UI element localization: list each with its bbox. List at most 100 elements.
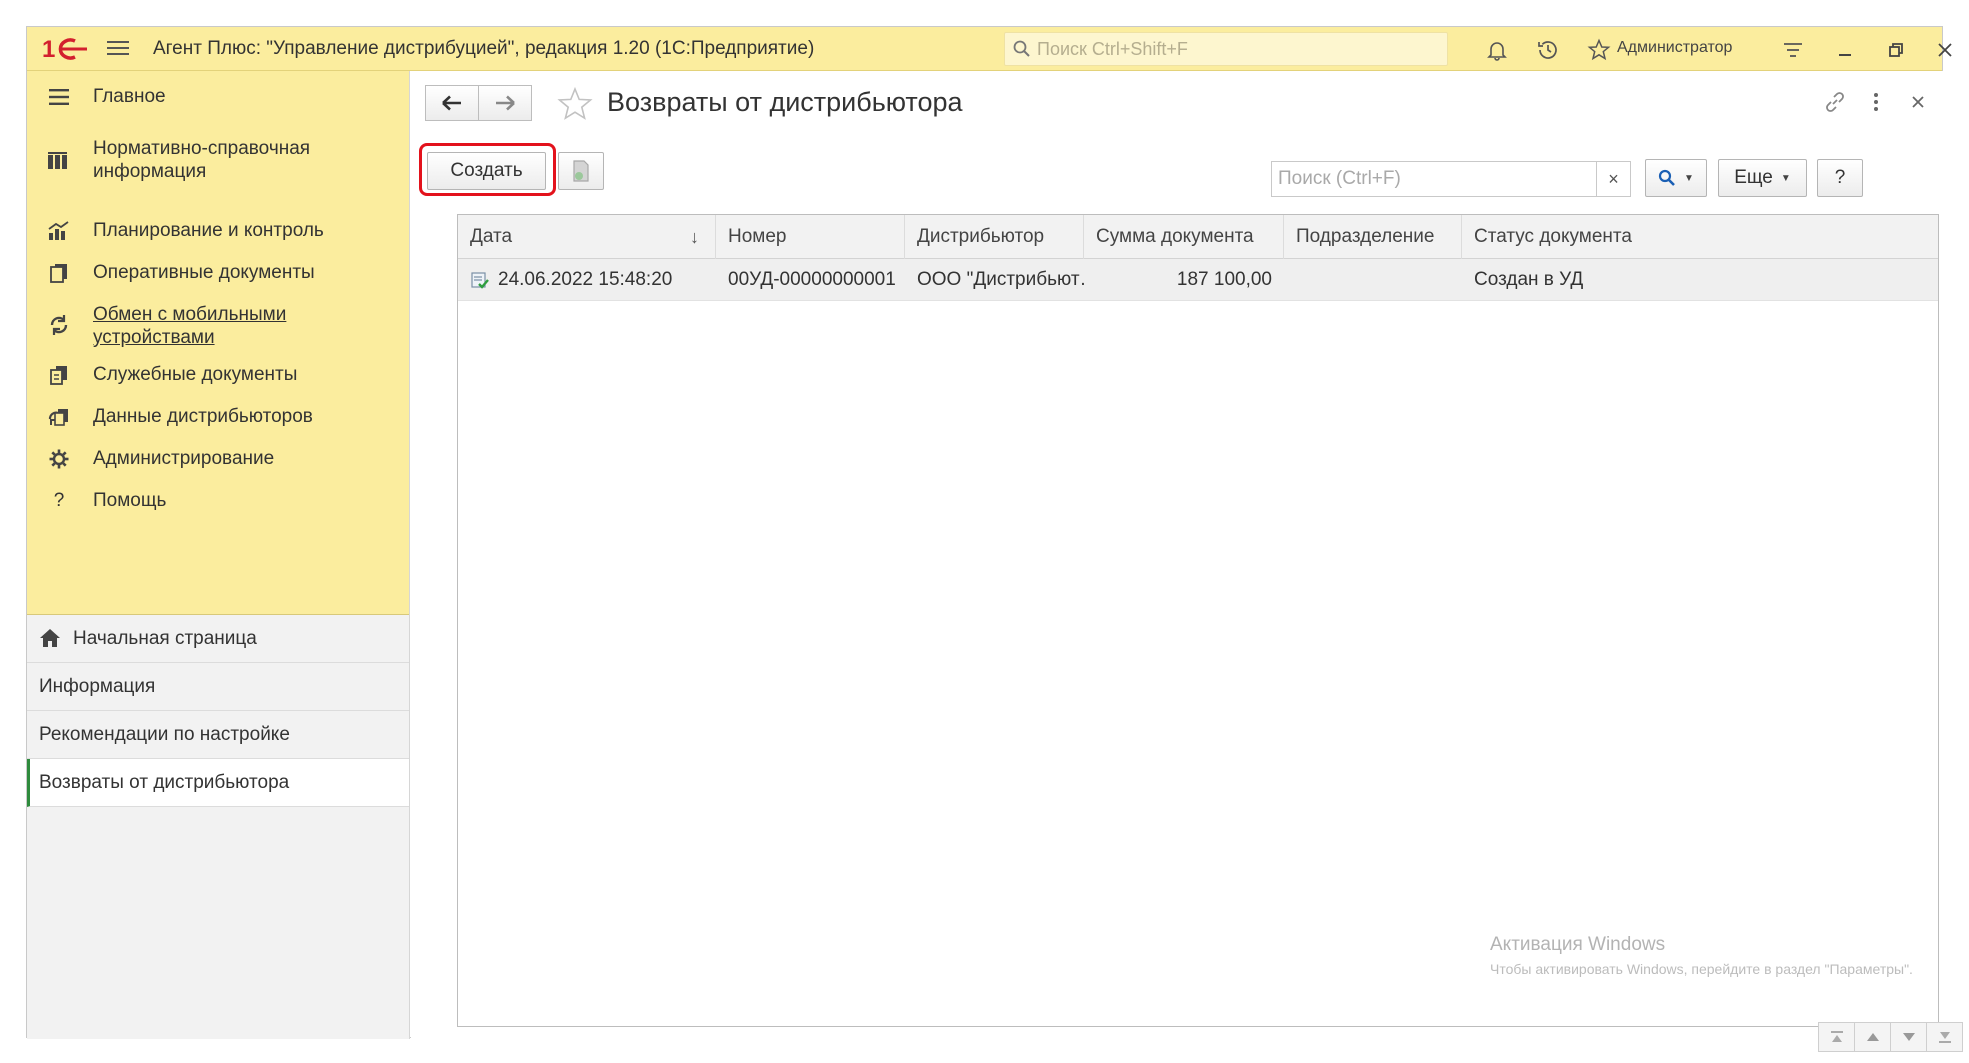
column-header-label: Дата [470, 226, 513, 247]
cell-date-value: 24.06.2022 15:48:20 [498, 269, 673, 290]
forward-button[interactable] [478, 85, 532, 121]
cell-division [1284, 259, 1462, 301]
list-search-field[interactable]: × [1271, 161, 1631, 197]
column-header-status[interactable]: Статус документа [1462, 215, 1639, 259]
global-search-field[interactable] [1004, 32, 1448, 66]
section-service-docs[interactable]: Служебные документы [27, 363, 410, 386]
home-icon [39, 628, 61, 654]
arrow-left-icon [442, 95, 461, 111]
column-header-distributor[interactable]: Дистрибьютор [905, 215, 1084, 259]
section-label: Помощь [93, 490, 167, 511]
dropdown-arrow-icon: ▼ [1684, 172, 1694, 184]
scroll-down-icon[interactable] [1890, 1022, 1927, 1052]
add-to-favorites-icon[interactable] [557, 86, 593, 126]
open-window-label: Рекомендации по настройке [39, 723, 290, 745]
section-label: Служебные документы [93, 364, 298, 385]
form-area: Возвраты от дистрибьютора Создать × ▼ Ещ… [411, 71, 1963, 1052]
search-icon [1013, 40, 1030, 57]
favorites-star-icon[interactable] [1585, 36, 1613, 64]
column-header-date[interactable]: Дата ↓ [458, 215, 716, 259]
section-distributor-data[interactable]: Данные дистрибьюторов [27, 405, 410, 428]
service-docs-icon [47, 363, 71, 387]
section-label: Планирование и контроль [93, 220, 324, 241]
section-main[interactable]: Главное [27, 85, 410, 108]
help-icon: ? [53, 490, 65, 511]
section-label: Администрирование [93, 448, 275, 469]
close-icon[interactable] [1931, 36, 1959, 64]
cell-amount: 187 100,00 [1176, 269, 1272, 290]
section-operational-docs[interactable]: Оперативные документы [27, 261, 410, 284]
open-window-information[interactable]: Информация [27, 663, 409, 711]
catalog-icon [47, 149, 71, 173]
distributor-data-icon [47, 405, 71, 429]
1c-logo-icon: 1 [41, 35, 89, 63]
history-icon[interactable] [1534, 36, 1562, 64]
bell-icon[interactable] [1483, 36, 1511, 64]
windows-activation-hint: Чтобы активировать Windows, перейдите в … [1490, 961, 1913, 977]
section-administration[interactable]: Администрирование [27, 447, 410, 470]
list-scroll-buttons [1818, 1022, 1963, 1052]
search-options-button[interactable]: ▼ [1645, 159, 1707, 197]
sections-panel: Главное Нормативно-справочная информация… [27, 71, 409, 615]
gear-icon [47, 447, 71, 471]
back-button[interactable] [425, 85, 479, 121]
section-planning[interactable]: Планирование и контроль [27, 219, 410, 242]
clear-search-button[interactable]: × [1596, 162, 1630, 196]
app-title: Агент Плюс: "Управление дистрибуцией", р… [153, 38, 815, 59]
open-windows-list: Начальная страница Информация Рекомендац… [27, 615, 409, 807]
open-window-label: Возвраты от дистрибьютора [39, 771, 290, 793]
more-actions-icon[interactable] [1861, 87, 1891, 117]
user-name[interactable]: Администратор [1617, 39, 1732, 57]
section-label: Нормативно-справочная информация [93, 138, 311, 182]
more-button[interactable]: Еще ▼ [1718, 159, 1807, 197]
table-row[interactable]: 24.06.2022 15:48:20 00УД-00000000001 ООО… [458, 259, 1938, 301]
link-icon[interactable] [1820, 87, 1850, 117]
section-label: Данные дистрибьюторов [93, 406, 313, 427]
section-label: Обмен с мобильными устройствами [93, 304, 287, 348]
section-reference-info[interactable]: Нормативно-справочная информация [27, 137, 410, 183]
close-form-icon[interactable] [1903, 87, 1933, 117]
scroll-up-icon[interactable] [1854, 1022, 1891, 1052]
open-window-home[interactable]: Начальная страница [27, 615, 409, 663]
column-header-number[interactable]: Номер [716, 215, 905, 259]
cell-number: 00УД-00000000001 [728, 269, 896, 290]
svg-text:1: 1 [42, 36, 55, 63]
settings-menu-icon[interactable] [1779, 36, 1807, 64]
sidebar: Главное Нормативно-справочная информация… [27, 71, 410, 1039]
global-search-input[interactable] [1037, 38, 1437, 60]
minimize-icon[interactable] [1831, 36, 1859, 64]
search-icon [1658, 169, 1675, 186]
dropdown-arrow-icon: ▼ [1780, 172, 1791, 184]
arrow-right-icon [496, 95, 515, 111]
scroll-bottom-icon[interactable] [1926, 1022, 1963, 1052]
sort-descending-icon: ↓ [690, 226, 699, 247]
posted-document-icon [470, 270, 490, 290]
hamburger-icon [47, 85, 71, 109]
more-button-label: Еще [1734, 167, 1773, 188]
open-window-label: Информация [39, 675, 156, 697]
restore-icon[interactable] [1882, 36, 1910, 64]
section-mobile-exchange[interactable]: Обмен с мобильными устройствами [27, 303, 410, 349]
scroll-top-icon[interactable] [1818, 1022, 1855, 1052]
list-search-input[interactable] [1272, 168, 1592, 190]
copy-document-button[interactable] [558, 152, 604, 190]
help-button[interactable]: ? [1817, 159, 1863, 197]
open-window-recommendations[interactable]: Рекомендации по настройке [27, 711, 409, 759]
main-menu-icon[interactable] [105, 37, 131, 61]
cell-date: 24.06.2022 15:48:20 [458, 259, 716, 301]
column-header-division[interactable]: Подразделение [1284, 215, 1462, 259]
title-bar: 1 Агент Плюс: "Управление дистрибуцией",… [27, 27, 1952, 71]
open-window-label: Начальная страница [73, 627, 257, 649]
documents-icon [47, 261, 71, 285]
windows-activation-watermark: Активация Windows [1490, 934, 1666, 955]
page-title: Возвраты от дистрибьютора [607, 87, 963, 117]
table-header: Дата ↓ Номер Дистрибьютор Сумма документ… [458, 215, 1938, 259]
column-header-amount[interactable]: Сумма документа [1084, 215, 1284, 259]
copy-document-icon [573, 160, 589, 182]
documents-table: Дата ↓ Номер Дистрибьютор Сумма документ… [457, 214, 1939, 1027]
sync-icon [47, 313, 71, 337]
create-button[interactable]: Создать [427, 152, 546, 190]
open-window-distributor-returns[interactable]: Возвраты от дистрибьютора [27, 759, 409, 807]
section-help[interactable]: ? Помощь [27, 489, 410, 512]
cell-distributor: ООО "Дистрибьют… [917, 269, 1084, 290]
